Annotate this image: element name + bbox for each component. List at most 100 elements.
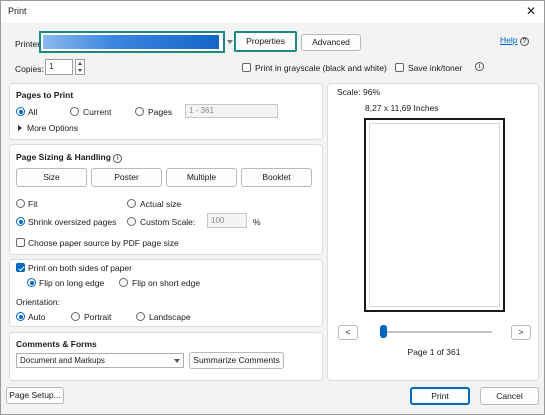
save-ink-checkbox[interactable]: [395, 63, 404, 72]
page-status: Page 1 of 361: [407, 347, 461, 357]
print-dialog: Print ✕ Printer: Properties Advanced Hel…: [0, 0, 545, 415]
close-icon[interactable]: ✕: [526, 4, 536, 18]
comments-forms-title: Comments & Forms: [16, 339, 97, 349]
help-link[interactable]: Help ?: [500, 35, 529, 46]
cancel-button[interactable]: Cancel: [480, 387, 539, 405]
orientation-landscape-label: Landscape: [149, 312, 191, 322]
tab-multiple[interactable]: Multiple: [166, 168, 237, 187]
properties-label: Properties: [246, 36, 285, 46]
sizing-info-icon[interactable]: i: [113, 154, 123, 163]
copies-input[interactable]: 1: [45, 59, 73, 75]
pages-range-label: Pages: [148, 107, 173, 117]
print-button[interactable]: Print: [410, 387, 470, 405]
more-options-link[interactable]: More Options: [27, 123, 78, 133]
advanced-label: Advanced: [312, 37, 350, 47]
flip-long-edge-radio[interactable]: [27, 278, 36, 287]
tab-poster[interactable]: Poster: [91, 168, 162, 187]
next-page-button[interactable]: >: [511, 325, 531, 340]
both-sides-checkbox[interactable]: [16, 263, 25, 272]
shrink-radio[interactable]: [16, 217, 25, 226]
summarize-comments-button[interactable]: Summarize Comments: [189, 352, 284, 369]
next-page-icon: >: [518, 327, 524, 337]
comments-dropdown-icon[interactable]: [174, 359, 180, 363]
tab-size[interactable]: Size: [16, 168, 87, 187]
stepper-down-icon[interactable]: [78, 69, 82, 72]
current-page-radio[interactable]: [70, 107, 79, 116]
page-slider-track[interactable]: [380, 325, 492, 338]
orientation-landscape-radio[interactable]: [136, 312, 145, 321]
actual-size-label: Actual size: [140, 199, 182, 209]
paper-source-checkbox[interactable]: [16, 238, 25, 247]
orientation-portrait-label: Portrait: [84, 312, 112, 322]
pages-to-print-panel: Pages to Print All Current Pages 1 - 361…: [9, 83, 323, 140]
flip-short-edge-radio[interactable]: [119, 278, 128, 287]
all-pages-radio[interactable]: [16, 107, 25, 116]
prev-page-icon: <: [345, 327, 351, 337]
preview-panel: Scale: 96% 8,27 x 11,69 Inches < > Page …: [327, 83, 539, 381]
printer-name-field: [43, 35, 219, 49]
both-sides-label: Print on both sides of paper: [28, 263, 132, 273]
copies-label: Copies:: [15, 64, 44, 74]
orientation-auto-radio[interactable]: [16, 312, 25, 321]
title-bar: Print ✕: [1, 1, 544, 23]
comments-select[interactable]: Document and Markups: [16, 353, 184, 368]
percent-label: %: [253, 217, 261, 227]
duplex-orientation-panel: Print on both sides of paper Flip on lon…: [9, 259, 323, 327]
comments-forms-panel: Comments & Forms Document and Markups Su…: [9, 332, 323, 381]
scale-text: Scale: 96%: [337, 87, 380, 97]
tab-multiple-label: Multiple: [186, 172, 217, 182]
summarize-comments-label: Summarize Comments: [193, 355, 280, 365]
shrink-label: Shrink oversized pages: [28, 217, 117, 227]
printer-name: [43, 37, 46, 47]
paper-size-text: 8,27 x 11,69 Inches: [365, 103, 439, 113]
page-sizing-title-text: Page Sizing & Handling: [16, 152, 111, 162]
save-ink-label: Save ink/toner: [408, 63, 463, 73]
pages-range-value: 1 - 361: [189, 106, 214, 115]
orientation-portrait-radio[interactable]: [71, 312, 80, 321]
grayscale-checkbox[interactable]: [242, 63, 251, 72]
advanced-button[interactable]: Advanced: [301, 34, 361, 51]
expand-arrow-icon[interactable]: [18, 125, 22, 131]
help-label: Help: [500, 35, 518, 45]
all-pages-label: All: [28, 107, 38, 117]
pages-range-input[interactable]: 1 - 361: [185, 104, 278, 118]
paper-source-label: Choose paper source by PDF page size: [28, 238, 179, 248]
orientation-title: Orientation:: [16, 297, 60, 307]
stepper-up-icon[interactable]: [78, 62, 82, 65]
properties-button[interactable]: Properties: [234, 31, 297, 52]
page-slider-thumb[interactable]: [380, 325, 387, 338]
page-sizing-panel: Page Sizing & Handling i Size Poster Mul…: [9, 144, 323, 255]
prev-page-button[interactable]: <: [338, 325, 358, 340]
page-preview: [364, 118, 505, 312]
print-label: Print: [431, 391, 449, 401]
printer-dropdown-icon[interactable]: [227, 40, 233, 44]
pages-range-radio[interactable]: [135, 107, 144, 116]
actual-size-radio[interactable]: [127, 199, 136, 208]
custom-scale-input[interactable]: 100: [207, 213, 247, 228]
cancel-label: Cancel: [496, 391, 523, 401]
copies-value: 1: [49, 62, 54, 71]
tab-booklet-label: Booklet: [262, 172, 291, 182]
tab-booklet[interactable]: Booklet: [241, 168, 312, 187]
current-page-label: Current: [83, 107, 112, 117]
copies-stepper[interactable]: [75, 59, 85, 75]
flip-short-edge-label: Flip on short edge: [132, 278, 201, 288]
dialog-title: Print: [8, 6, 27, 16]
custom-scale-radio[interactable]: [127, 217, 136, 226]
page-setup-button[interactable]: Page Setup...: [6, 387, 64, 404]
printer-select[interactable]: [39, 31, 225, 53]
info-icon[interactable]: i: [475, 62, 484, 71]
fit-label: Fit: [28, 199, 38, 209]
custom-scale-value: 100: [211, 216, 225, 225]
orientation-auto-label: Auto: [28, 312, 46, 322]
page-setup-label: Page Setup...: [9, 390, 61, 400]
page-preview-paper: [369, 123, 500, 307]
pages-to-print-title: Pages to Print: [16, 90, 74, 100]
help-icon: ?: [519, 37, 529, 46]
comments-selected: Document and Markups: [20, 356, 105, 365]
page-sizing-title: Page Sizing & Handling i: [16, 152, 123, 163]
custom-scale-label: Custom Scale:: [140, 217, 196, 227]
flip-long-edge-label: Flip on long edge: [39, 278, 105, 288]
tab-poster-label: Poster: [114, 172, 139, 182]
fit-radio[interactable]: [16, 199, 25, 208]
